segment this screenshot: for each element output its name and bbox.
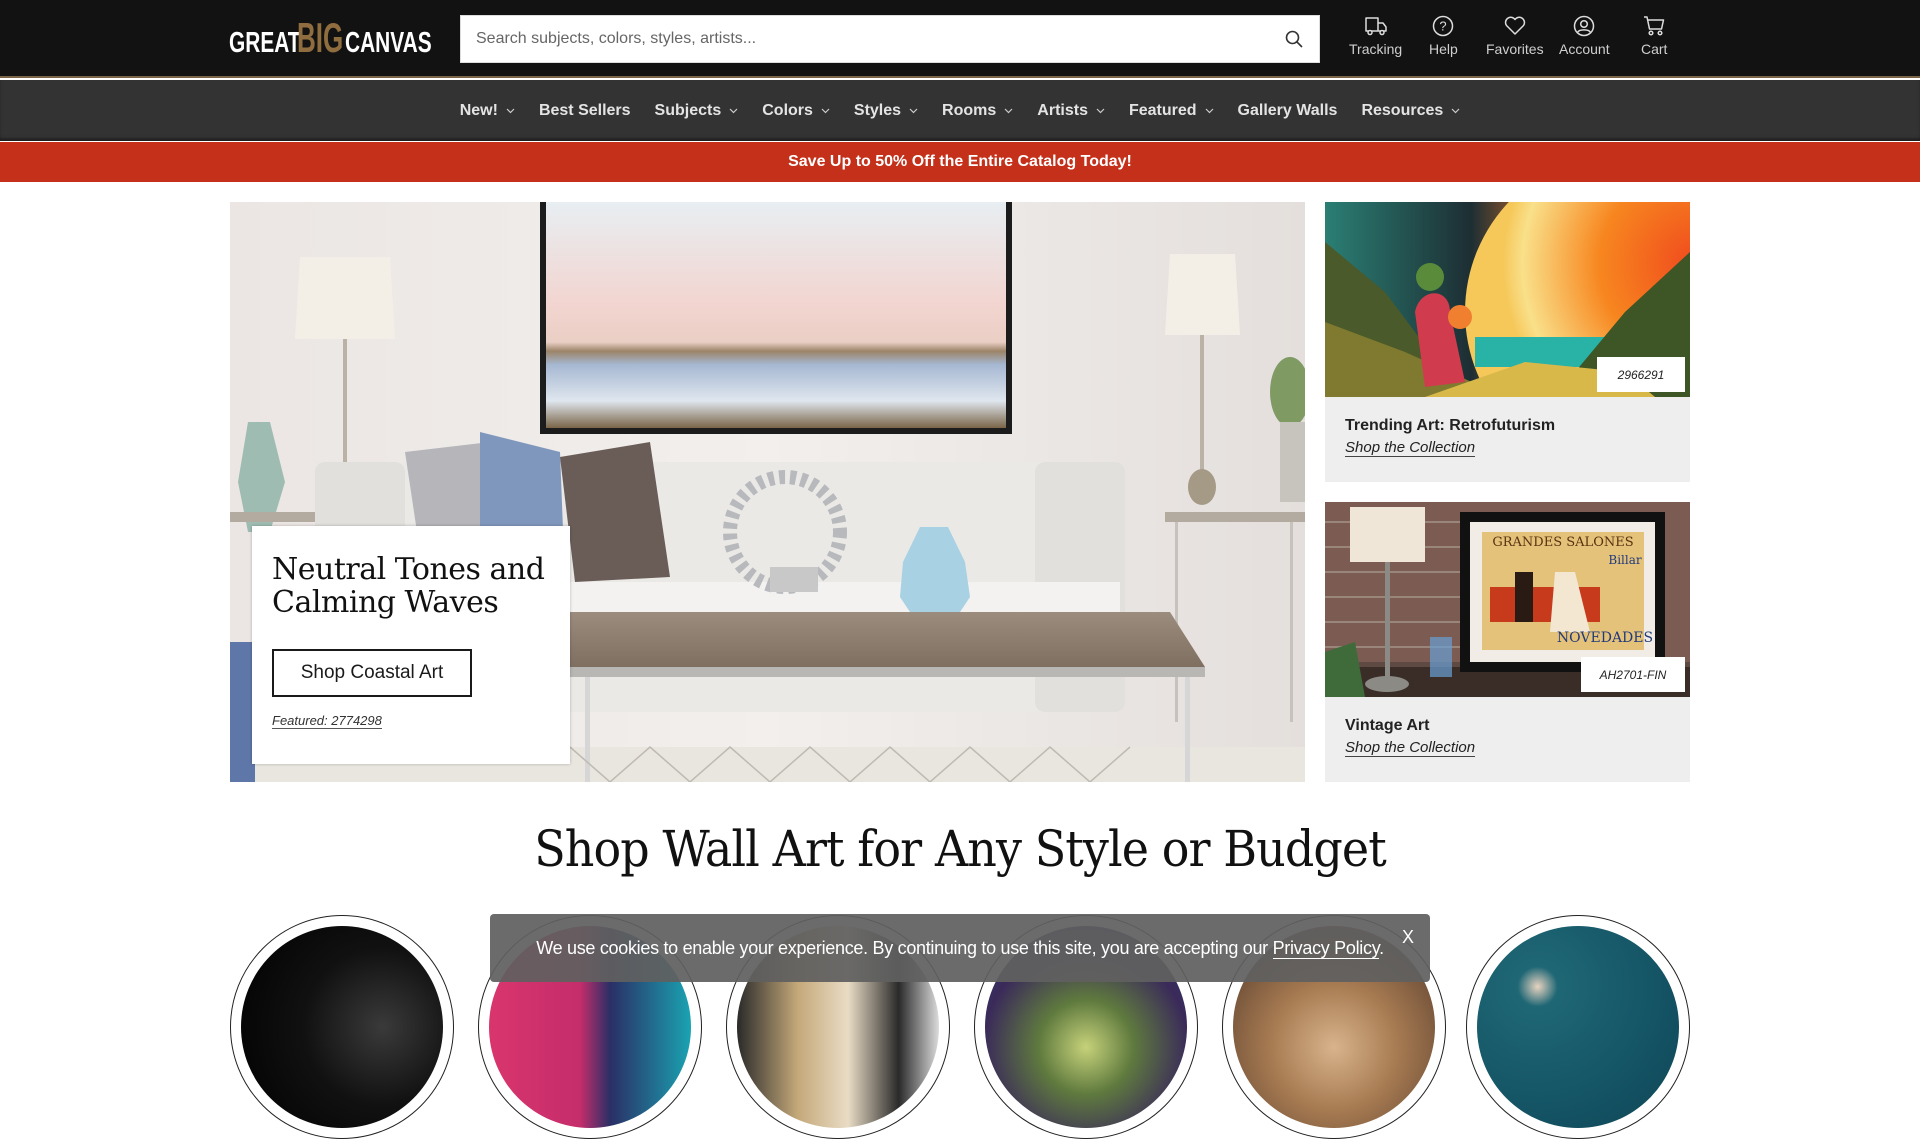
featured-sku-link[interactable]: Featured: 2774298 xyxy=(272,713,382,729)
help-link[interactable]: ? Help xyxy=(1429,14,1458,57)
chevron-down-icon xyxy=(1096,108,1105,113)
card-title: Trending Art: Retrofuturism xyxy=(1345,417,1556,434)
logo-canvas: CANVAS xyxy=(345,27,432,59)
nav-label: Resources xyxy=(1361,101,1444,119)
nav-item-gallery-walls[interactable]: Gallery Walls xyxy=(1226,80,1350,141)
logo-big: BIG xyxy=(297,14,344,61)
favorites-label: Favorites xyxy=(1486,41,1544,57)
help-circle-icon: ? xyxy=(1433,15,1454,37)
sku-badge: 2966291 xyxy=(1597,357,1685,392)
close-icon[interactable]: X xyxy=(1398,928,1418,948)
retrofuturism-card[interactable]: 2966291 Trending Art: Retrofuturism Shop… xyxy=(1325,202,1690,482)
promo-text: Save Up to 50% Off the Entire Catalog To… xyxy=(788,153,1132,170)
chevron-down-icon xyxy=(1205,108,1213,113)
chevron-down-icon xyxy=(1451,108,1460,113)
vintage-art-card[interactable]: GRANDES SALONES Billar NOVEDADES AH2701-… xyxy=(1325,502,1690,782)
cart-link[interactable]: Cart xyxy=(1641,14,1667,57)
cookie-message: We use cookies to enable your experience… xyxy=(536,937,1273,958)
nav-item-resources[interactable]: Resources xyxy=(1349,80,1472,141)
account-label: Account xyxy=(1559,41,1610,57)
svg-text:?: ? xyxy=(1440,19,1447,34)
cookie-banner: We use cookies to enable your experience… xyxy=(490,914,1430,982)
nav-item-styles[interactable]: Styles xyxy=(842,80,930,141)
truck-icon xyxy=(1364,17,1387,36)
favorites-link[interactable]: Favorites xyxy=(1486,14,1544,57)
site-logo[interactable]: GREAT BIG CANVAS ® xyxy=(229,17,476,59)
chevron-down-icon xyxy=(821,108,830,113)
shop-collection-link[interactable]: Shop the Collection xyxy=(1345,739,1476,757)
main-nav: New! Best Sellers Subjects Colors Styles… xyxy=(0,80,1920,141)
search-input[interactable] xyxy=(461,16,1269,62)
card-title: Vintage Art xyxy=(1345,717,1430,734)
search-bar xyxy=(460,15,1320,63)
shop-collection-link[interactable]: Shop the Collection xyxy=(1345,439,1476,457)
cart-label: Cart xyxy=(1641,41,1668,57)
nav-item-best-sellers[interactable]: Best Sellers xyxy=(527,80,643,141)
site-header: GREAT BIG CANVAS ® Tracking ? Help xyxy=(0,0,1920,78)
nav-label: Rooms xyxy=(942,101,997,119)
nav-label: Gallery Walls xyxy=(1237,101,1338,119)
svg-text:NOVEDADES: NOVEDADES xyxy=(1557,630,1653,646)
section-title: Shop Wall Art for Any Style or Budget xyxy=(534,820,1387,878)
cart-icon xyxy=(1644,16,1665,36)
account-link[interactable]: Account xyxy=(1559,14,1610,57)
nav-item-colors[interactable]: Colors xyxy=(750,80,842,141)
chevron-down-icon xyxy=(909,108,918,113)
tracking-label: Tracking xyxy=(1349,41,1403,57)
nav-label: Best Sellers xyxy=(538,101,631,119)
sku-badge: AH2701-FIN xyxy=(1581,657,1685,692)
category-circle[interactable] xyxy=(230,915,454,1139)
chevron-down-icon xyxy=(506,108,515,113)
promo-banner[interactable]: Save Up to 50% Off the Entire Catalog To… xyxy=(0,142,1920,182)
nav-label: Artists xyxy=(1037,101,1088,119)
chevron-down-icon xyxy=(729,108,738,113)
svg-text:GRANDES SALONES: GRANDES SALONES xyxy=(1492,535,1633,550)
nav-item-subjects[interactable]: Subjects xyxy=(643,80,751,141)
category-image xyxy=(241,926,443,1128)
hero-card: Neutral Tones and Calming Waves Shop Coa… xyxy=(252,526,570,764)
hero-title: Neutral Tones and Calming Waves xyxy=(272,552,545,620)
nav-label: Styles xyxy=(853,101,902,119)
help-label: Help xyxy=(1429,41,1458,57)
nav-item-artists[interactable]: Artists xyxy=(1025,80,1117,141)
category-circle[interactable] xyxy=(1466,915,1690,1139)
logo-great: GREAT xyxy=(229,27,301,59)
nav-item-rooms[interactable]: Rooms xyxy=(930,80,1025,141)
shop-coastal-art-button[interactable]: Shop Coastal Art xyxy=(272,649,472,697)
svg-text:Billar: Billar xyxy=(1608,553,1641,567)
chevron-down-icon xyxy=(1004,108,1013,113)
nav-label: New! xyxy=(459,101,498,119)
cookie-text: We use cookies to enable your experience… xyxy=(536,937,1384,959)
user-circle-icon xyxy=(1574,15,1595,37)
privacy-policy-link[interactable]: Privacy Policy xyxy=(1272,937,1379,959)
search-icon xyxy=(1285,30,1303,48)
nav-label: Featured xyxy=(1128,101,1197,119)
nav-item-featured[interactable]: Featured xyxy=(1117,80,1226,141)
cookie-suffix: . xyxy=(1379,937,1384,958)
hero-banner[interactable]: Neutral Tones and Calming Waves Shop Coa… xyxy=(230,202,1305,782)
category-image xyxy=(1477,926,1679,1128)
search-button[interactable] xyxy=(1269,16,1319,62)
heart-icon xyxy=(1504,16,1525,35)
nav-label: Colors xyxy=(762,101,813,119)
nav-item-new[interactable]: New! xyxy=(448,80,527,141)
nav-label: Subjects xyxy=(654,101,722,119)
tracking-link[interactable]: Tracking xyxy=(1349,14,1402,57)
